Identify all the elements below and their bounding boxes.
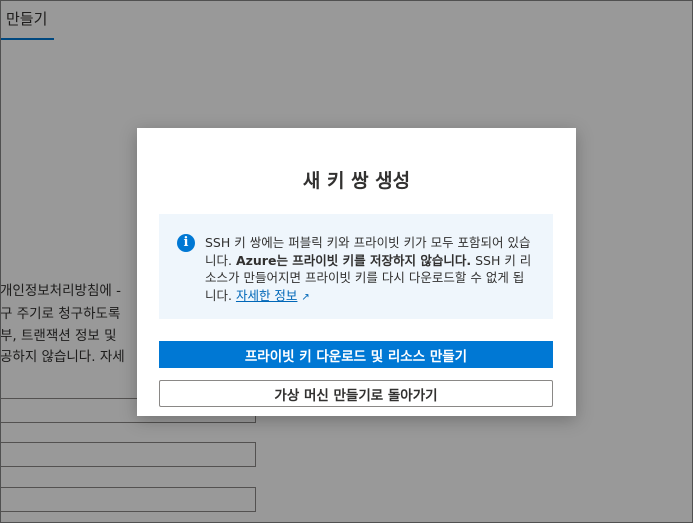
external-link-icon: ↗ <box>301 291 310 303</box>
info-message-bar: i SSH 키 쌍에는 퍼블릭 키와 프라이빗 키가 모두 포함되어 있습니다.… <box>159 214 553 319</box>
download-private-key-button[interactable]: 프라이빗 키 다운로드 및 리소스 만들기 <box>159 341 553 368</box>
info-icon: i <box>177 234 195 252</box>
dialog-title: 새 키 쌍 생성 <box>302 170 411 192</box>
return-to-create-vm-button[interactable]: 가상 머신 만들기로 돌아가기 <box>159 380 553 407</box>
info-message-text: SSH 키 쌍에는 퍼블릭 키와 프라이빗 키가 모두 포함되어 있습니다. A… <box>205 234 535 306</box>
info-text-bold: Azure는 프라이빗 키를 저장하지 않습니다. <box>235 252 472 268</box>
learn-more-link[interactable]: 자세한 정보 <box>236 288 297 303</box>
new-key-pair-dialog: 새 키 쌍 생성 i SSH 키 쌍에는 퍼블릭 키와 프라이빗 키가 모두 포… <box>137 128 576 416</box>
